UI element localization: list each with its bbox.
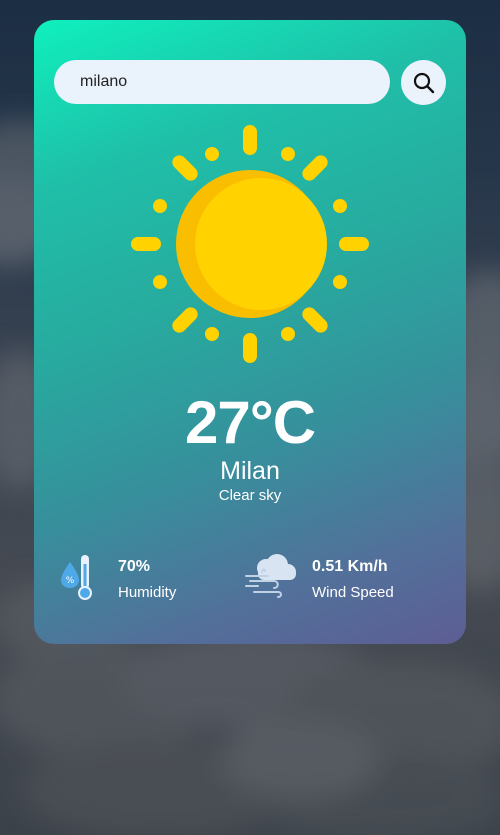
- city-name: Milan: [220, 457, 280, 485]
- sun-icon: [131, 125, 369, 363]
- svg-text:%: %: [66, 576, 75, 586]
- weather-card: milano 27°C Milan Clear sky % 70% Humidi…: [34, 20, 466, 644]
- wind-speed-value: 0.51 Km/h: [312, 558, 388, 575]
- wind-detail: 0.51 Km/h Wind Speed: [244, 552, 444, 608]
- search-input[interactable]: milano: [54, 60, 390, 104]
- search-input-value: milano: [80, 73, 128, 90]
- wind-cloud-icon: [245, 554, 296, 598]
- temperature: 27°C: [184, 389, 316, 456]
- wind-speed-label: Wind Speed: [312, 584, 394, 601]
- search-icon: [413, 72, 434, 93]
- humidity-thermometer-icon: %: [61, 555, 92, 600]
- humidity-detail: % 70% Humidity: [60, 552, 220, 608]
- humidity-label: Humidity: [118, 584, 177, 601]
- humidity-value: 70%: [118, 558, 151, 575]
- weather-description: Clear sky: [218, 487, 282, 504]
- search-button[interactable]: [401, 60, 446, 105]
